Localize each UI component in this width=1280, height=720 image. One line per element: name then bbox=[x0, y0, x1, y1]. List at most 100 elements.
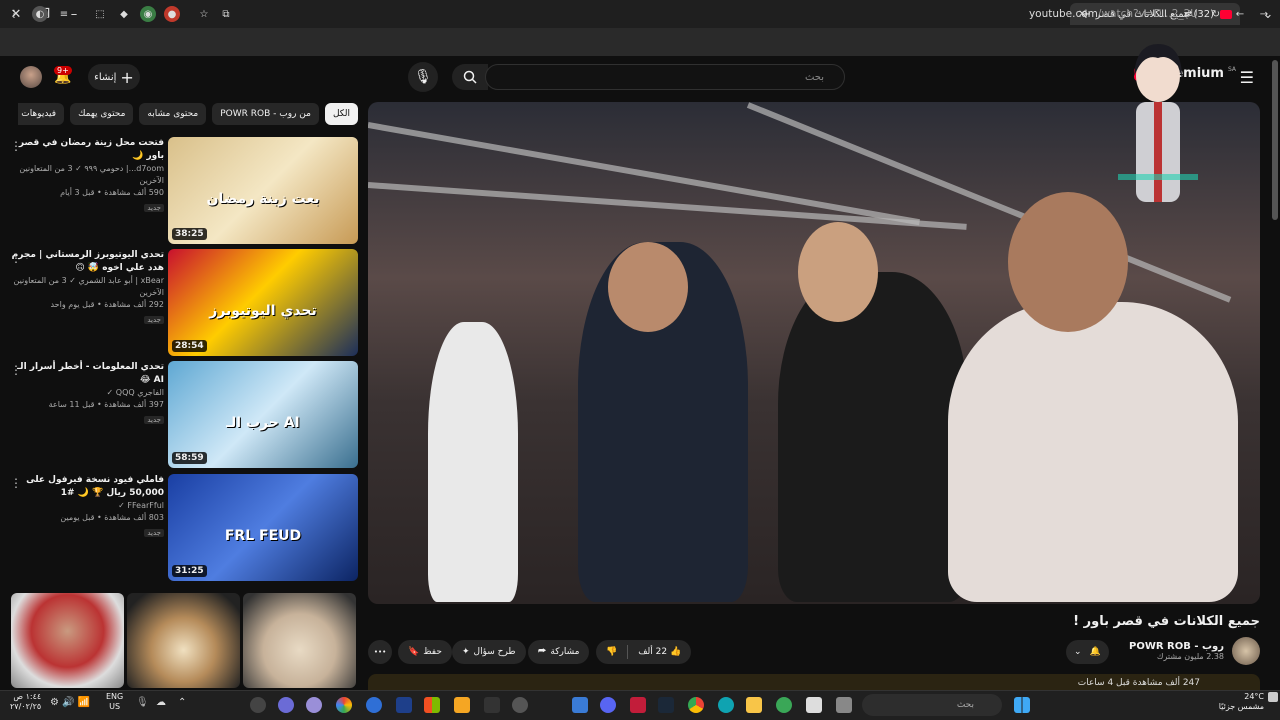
steam-icon[interactable] bbox=[658, 697, 674, 713]
channel-avatar[interactable] bbox=[1232, 637, 1260, 665]
app-icon[interactable] bbox=[250, 697, 266, 713]
vtuber-avatar-overlay bbox=[1118, 44, 1198, 202]
video-title[interactable]: فتحت محل زينة رمضان في قصر باور 🌙 bbox=[8, 137, 164, 163]
clock-date: ٢٧/٠٢/٢٥ bbox=[10, 702, 42, 711]
thumbnail-text: حرب الـ AI bbox=[226, 415, 300, 432]
channel-name[interactable]: الفاجري QQQ ✓ bbox=[8, 387, 164, 399]
channel-name[interactable]: d7oom...| دحومي ٩٩٩ ✓ 3 من المتعاونين ال… bbox=[8, 163, 164, 187]
app-icon[interactable] bbox=[836, 697, 852, 713]
list-item[interactable]: FRL FEUD 31:25 فاملي فيود نسخة فيرفول عل… bbox=[8, 474, 358, 582]
channel-name[interactable]: xBear | أبو عابد الشمري ✓ 3 من المتعاوني… bbox=[8, 275, 164, 299]
taskbar-search-input[interactable]: بحث bbox=[862, 694, 1002, 716]
chip-from-channel[interactable]: من روب - POWR ROB bbox=[212, 103, 319, 125]
dislike-button[interactable]: 👎 bbox=[606, 647, 617, 657]
tray-mic-icon[interactable]: 🎙 bbox=[136, 697, 149, 708]
app-icon[interactable] bbox=[366, 697, 382, 713]
search-button[interactable] bbox=[452, 64, 488, 90]
video-title[interactable]: فاملي فيود نسخة فيرفول على 50,000 ريال 🏆… bbox=[8, 474, 164, 500]
onedrive-icon[interactable]: ☁ bbox=[156, 697, 166, 708]
short-thumbnail[interactable] bbox=[127, 593, 240, 688]
video-title[interactable]: تحدي اليوتيوبرز الرمستاني | مجرم هدد علي… bbox=[8, 249, 164, 275]
windows-start-icon[interactable] bbox=[1014, 697, 1030, 713]
create-button[interactable]: إنشاء + bbox=[88, 64, 140, 90]
chrome-icon[interactable] bbox=[688, 697, 704, 713]
view-count: 590 ألف مشاهدة • قبل 3 أيام bbox=[60, 188, 164, 197]
scroll-up-icon[interactable] bbox=[1268, 692, 1278, 702]
url-field[interactable]: youtube.com/watch?v=D...2_2U bbox=[1029, 4, 1198, 24]
app-icon[interactable] bbox=[278, 697, 294, 713]
channel-name-main[interactable]: روب - POWR ROB bbox=[1129, 641, 1224, 652]
extension-icon[interactable]: ≡ bbox=[56, 6, 72, 22]
tray-icons[interactable]: ⚙ 🔊 📶 bbox=[50, 697, 90, 708]
app-icon[interactable] bbox=[396, 697, 412, 713]
more-options-icon[interactable]: ⋮ bbox=[10, 139, 22, 153]
extension-icon[interactable]: ● bbox=[164, 6, 180, 22]
bell-icon: 🔔 bbox=[1089, 647, 1101, 657]
list-item[interactable]: تحدي اليوتيوبرز 28:54 تحدي اليوتيوبرز ال… bbox=[8, 249, 358, 357]
edge-icon[interactable] bbox=[718, 697, 734, 713]
video-duration: 31:25 bbox=[172, 565, 207, 577]
tray-chevron-icon[interactable]: ⌃ bbox=[178, 697, 186, 708]
chip-related[interactable]: محتوى مشابه bbox=[139, 103, 207, 125]
list-item[interactable]: بعت زينة رمضان 38:25 فتحت محل زينة رمضان… bbox=[8, 137, 358, 245]
back-icon[interactable]: → bbox=[1256, 6, 1272, 22]
weather-widget[interactable]: 24°C مشمس جزئيًا bbox=[1219, 692, 1264, 712]
video-meta: فتحت محل زينة رمضان في قصر باور 🌙 d7oom.… bbox=[8, 137, 164, 213]
chip-all[interactable]: الكل bbox=[324, 103, 358, 125]
share-button[interactable]: مشاركة ⮫ bbox=[528, 640, 590, 664]
page-scrollbar[interactable] bbox=[1272, 60, 1278, 220]
voice-search-icon[interactable]: 🎙 bbox=[408, 62, 438, 92]
discord-icon[interactable] bbox=[600, 697, 616, 713]
taskbar-clock[interactable]: ١:٤٤ ص ٢٧/٠٢/٢٥ bbox=[10, 692, 41, 712]
short-thumbnail[interactable] bbox=[11, 593, 124, 688]
channel-name[interactable]: FFearFful ✓ bbox=[8, 500, 164, 512]
chrome-active-icon[interactable] bbox=[776, 697, 792, 713]
thumbnail-text: FRL FEUD bbox=[224, 528, 302, 545]
more-options-icon[interactable]: ⋮ bbox=[10, 476, 22, 490]
weather-temp: 24°C bbox=[1244, 692, 1264, 701]
chip-for-you[interactable]: محتوى يهمك bbox=[70, 103, 134, 125]
chip-recently-uploaded[interactable]: فيديوهات محتـ bbox=[18, 103, 65, 125]
video-thumbnail[interactable]: FRL FEUD 31:25 bbox=[168, 474, 358, 581]
file-explorer-icon[interactable] bbox=[746, 697, 762, 713]
app-icon[interactable] bbox=[454, 697, 470, 713]
more-options-icon[interactable]: ⋮ bbox=[10, 363, 22, 377]
short-thumbnail[interactable] bbox=[243, 593, 356, 688]
forward-icon[interactable]: ← bbox=[1232, 6, 1248, 22]
reload-icon[interactable]: ↻ bbox=[1208, 6, 1224, 22]
epic-games-icon[interactable] bbox=[484, 697, 500, 713]
app-icon[interactable] bbox=[512, 697, 528, 713]
menu-dots-icon[interactable]: ⋮ bbox=[6, 6, 22, 22]
app-icon[interactable] bbox=[630, 697, 646, 713]
list-item[interactable]: حرب الـ AI 58:59 تحدي المعلومات - أخطر أ… bbox=[8, 361, 358, 469]
chevron-down-icon: ⌄ bbox=[1074, 647, 1082, 657]
like-button[interactable]: 👍 22 ألف bbox=[638, 647, 681, 657]
extension-icon[interactable]: ◉ bbox=[140, 6, 156, 22]
extension-icon[interactable]: ◐ bbox=[32, 6, 48, 22]
app-icon[interactable] bbox=[572, 697, 588, 713]
save-button[interactable]: حفظ 🔖 bbox=[398, 640, 452, 664]
video-thumbnail[interactable]: بعت زينة رمضان 38:25 bbox=[168, 137, 358, 244]
subscribed-button[interactable]: 🔔 ⌄ bbox=[1066, 640, 1109, 664]
video-title[interactable]: تحدي المعلومات - أخطر أسرار الـ AI 😂 bbox=[8, 361, 164, 387]
hamburger-menu-icon[interactable]: ☰ bbox=[1240, 68, 1254, 87]
extension-icon[interactable]: ◆ bbox=[116, 6, 132, 22]
more-actions-button[interactable]: ••• bbox=[368, 640, 392, 664]
bookmark-star-icon[interactable]: ☆ bbox=[196, 6, 212, 22]
search-input[interactable]: بحث bbox=[485, 64, 845, 90]
app-icon[interactable] bbox=[306, 697, 322, 713]
video-thumbnail[interactable]: حرب الـ AI 58:59 bbox=[168, 361, 358, 468]
extensions-puzzle-icon[interactable]: ⬚ bbox=[92, 6, 108, 22]
video-thumbnail[interactable]: تحدي اليوتيوبرز 28:54 bbox=[168, 249, 358, 356]
bookmark-icon: 🔖 bbox=[408, 647, 420, 657]
app-icon[interactable] bbox=[336, 697, 352, 713]
language-indicator[interactable]: ENG US bbox=[106, 692, 123, 712]
install-app-icon[interactable]: ⧉ bbox=[218, 6, 234, 22]
store-icon[interactable] bbox=[806, 697, 822, 713]
more-options-icon[interactable]: ⋮ bbox=[10, 251, 22, 265]
site-settings-icon[interactable]: ⇄ bbox=[1180, 6, 1196, 22]
channel-info[interactable]: روب - POWR ROB 2.38 مليون مشترك bbox=[1129, 636, 1260, 666]
office-icon[interactable] bbox=[424, 697, 440, 713]
ask-button[interactable]: طرح سؤال ✦ bbox=[452, 640, 526, 664]
avatar[interactable] bbox=[20, 66, 42, 88]
